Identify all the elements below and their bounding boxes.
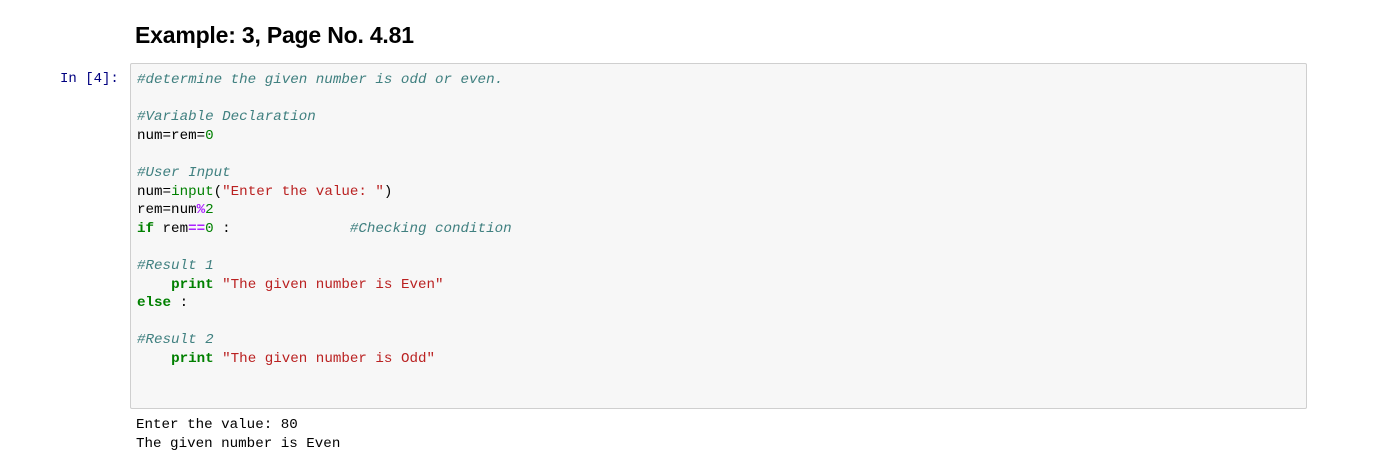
code-line: #User Input (137, 164, 512, 183)
code-keyword: if (137, 220, 155, 237)
code-operator: == (188, 220, 206, 237)
code-line: #Variable Declaration (137, 108, 512, 127)
code-number: 0 (205, 127, 214, 144)
code-text: num= (137, 183, 172, 200)
code-text: ( (213, 183, 223, 200)
code-text: rem (154, 220, 189, 237)
code-line: else : (137, 294, 512, 313)
code-builtin: input (171, 183, 214, 200)
code-line: #determine the given number is odd or ev… (137, 71, 512, 90)
code-text: : (171, 295, 189, 312)
code-keyword: else (137, 295, 172, 312)
output-line: The given number is Even (136, 436, 341, 452)
code-comment: #Result 1 (137, 257, 214, 274)
output-line: Enter the value: 80 (136, 417, 298, 433)
code-line: rem=num%2 (137, 201, 512, 220)
cell-output: Enter the value: 80 The given number is E… (136, 416, 340, 454)
code-text: num=rem= (137, 127, 206, 144)
code-string: "The given number is Odd" (222, 350, 436, 367)
code-line: #Result 1 (137, 257, 512, 276)
code-number: 2 (205, 202, 214, 219)
code-string: "The given number is Even" (222, 276, 444, 293)
code-line: #Result 2 (137, 331, 512, 350)
code-number: 0 (205, 220, 214, 237)
code-comment: #Checking condition (349, 220, 512, 237)
code-line: num=input("Enter the value: ") (137, 183, 512, 202)
code-editor[interactable]: #determine the given number is odd or ev… (137, 71, 512, 369)
code-comment: #determine the given number is odd or ev… (137, 72, 504, 88)
code-comment: #Variable Declaration (137, 109, 316, 126)
code-line: print "The given number is Even" (137, 276, 512, 295)
code-keyword: print (171, 350, 214, 367)
section-heading: Example: 3, Page No. 4.81 (135, 22, 414, 48)
code-string: "Enter the value: " (222, 183, 384, 200)
code-cell-input[interactable]: #determine the given number is odd or ev… (130, 63, 1307, 409)
code-keyword: print (171, 276, 214, 293)
cell-input-prompt: In [4]: (60, 71, 119, 87)
code-operator: % (196, 202, 206, 219)
code-line: num=rem=0 (137, 127, 512, 146)
code-comment: #Result 2 (137, 332, 214, 349)
code-line: print "The given number is Odd" (137, 350, 512, 369)
code-text: : (213, 220, 350, 237)
code-comment: #User Input (137, 164, 231, 181)
code-text: rem=num (137, 202, 197, 219)
code-text: ) (383, 183, 393, 200)
code-line: if rem==0 : #Checking condition (137, 220, 512, 239)
